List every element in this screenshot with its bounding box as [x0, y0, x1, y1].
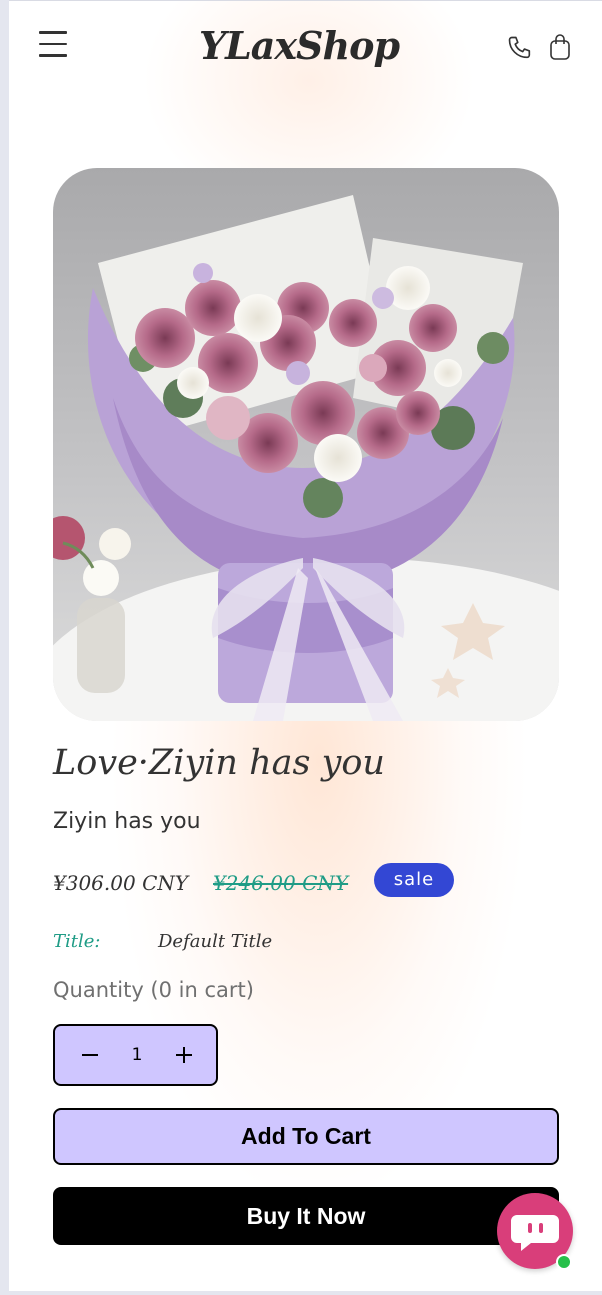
phone-icon[interactable]: [506, 34, 534, 62]
quantity-label: Quantity (0 in cart): [53, 978, 254, 1002]
option-value: Default Title: [158, 931, 273, 952]
product-image[interactable]: [53, 168, 559, 721]
site-header: YLaxShop: [9, 1, 602, 101]
quantity-input[interactable]: 1: [113, 1026, 161, 1084]
add-to-cart-button[interactable]: Add To Cart: [53, 1108, 559, 1165]
hamburger-menu-icon[interactable]: [39, 31, 69, 63]
price-compare: ¥246.00 CNY: [213, 871, 349, 895]
buy-now-button[interactable]: Buy It Now: [53, 1187, 559, 1245]
plus-icon[interactable]: [159, 1026, 209, 1084]
variant-option: Title: Default Title: [53, 931, 453, 957]
minus-icon[interactable]: [65, 1026, 115, 1084]
store-logo[interactable]: YLaxShop: [149, 23, 449, 68]
sale-badge: sale: [374, 863, 454, 897]
product-subtitle: Ziyin has you: [53, 809, 201, 834]
shopping-bag-icon[interactable]: [548, 33, 572, 61]
price-row: ¥306.00 CNY ¥246.00 CNY sale: [53, 863, 553, 903]
quantity-stepper: 1: [53, 1024, 218, 1086]
online-status-dot: [556, 1254, 572, 1270]
product-title: Love·Ziyin has you: [53, 743, 385, 783]
option-label: Title:: [53, 931, 101, 952]
price-current: ¥306.00 CNY: [53, 871, 189, 895]
product-page: YLaxShop Love·Ziyin has you Ziyin has yo…: [9, 0, 602, 1291]
